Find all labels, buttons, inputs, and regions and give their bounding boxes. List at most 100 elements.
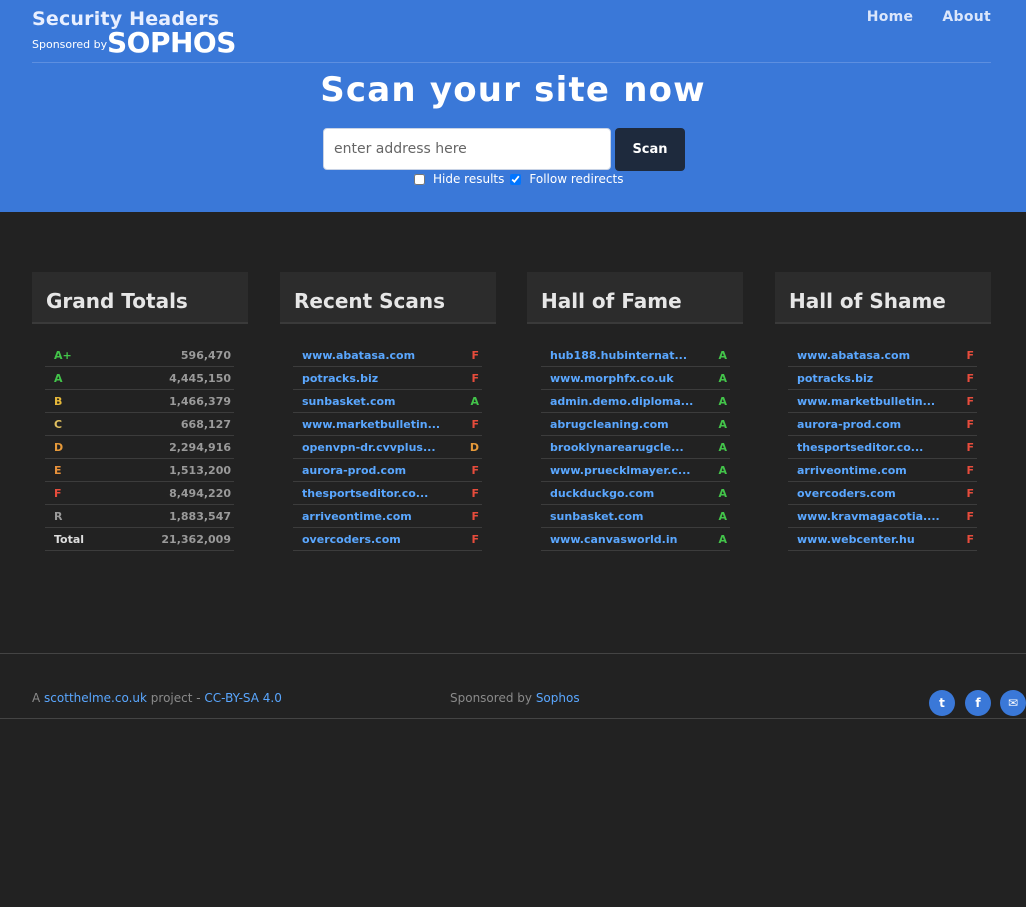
- site-row: admin.demo.diploma... A: [541, 390, 730, 413]
- url-input[interactable]: [323, 128, 611, 170]
- scan-button[interactable]: Scan: [615, 128, 685, 171]
- grade-count: 4,445,150: [169, 371, 231, 385]
- site-link[interactable]: potracks.biz: [788, 372, 947, 385]
- site-link[interactable]: sunbasket.com: [541, 510, 700, 523]
- site-link[interactable]: brooklynarearugcle...: [541, 441, 700, 454]
- sponsor-line: Sponsored by SOPHOS: [32, 26, 236, 59]
- grade-badge: F: [966, 348, 974, 362]
- license-link[interactable]: CC-BY-SA 4.0: [204, 691, 281, 705]
- totals-row: D 2,294,916: [45, 436, 234, 459]
- nav-about-link[interactable]: About: [942, 9, 991, 25]
- hide-results-checkbox[interactable]: [414, 173, 425, 185]
- site-row: www.morphfx.co.uk A: [541, 367, 730, 390]
- recent-scans-list: www.abatasa.com Fpotracks.biz Fsunbasket.c…: [293, 344, 482, 551]
- follow-redirects-option[interactable]: Follow redirects: [510, 172, 623, 186]
- site-link[interactable]: sunbasket.com: [293, 395, 452, 408]
- site-link[interactable]: overcoders.com: [293, 533, 452, 546]
- grand-totals-list: A+ 596,470 A 4,445,150 B 1,466,379 C 668,127 D 2,…: [45, 344, 234, 551]
- site-link[interactable]: www.morphfx.co.uk: [541, 372, 700, 385]
- twitter-icon[interactable]: t: [929, 690, 955, 716]
- facebook-icon[interactable]: f: [965, 690, 991, 716]
- site-link[interactable]: openvpn-dr.cvvplus...: [293, 441, 452, 454]
- grade-label: Total: [54, 532, 85, 546]
- site-link[interactable]: www.marketbulletin...: [788, 395, 947, 408]
- site-row: duckduckgo.com A: [541, 482, 730, 505]
- site-link[interactable]: www.abatasa.com: [293, 349, 452, 362]
- site-link[interactable]: thesportseditor.co...: [293, 487, 452, 500]
- hall-of-shame-list: www.abatasa.com Fpotracks.biz Fwww.marketb…: [788, 344, 977, 551]
- footer-sponsored-text: Sponsored by: [450, 691, 532, 705]
- grade-label: A+: [54, 348, 72, 362]
- grade-badge: F: [471, 348, 479, 362]
- site-row: www.abatasa.com F: [293, 344, 482, 367]
- site-row: www.canvasworld.in A: [541, 528, 730, 551]
- site-row: overcoders.com F: [293, 528, 482, 551]
- hide-results-label: Hide results: [433, 172, 505, 186]
- panel-header: Recent Scans: [280, 272, 496, 324]
- site-link[interactable]: www.marketbulletin...: [293, 418, 452, 431]
- panel-title: Recent Scans: [294, 289, 446, 313]
- footer-sponsor: Sponsored by Sophos: [450, 691, 580, 705]
- totals-row: B 1,466,379: [45, 390, 234, 413]
- site-link[interactable]: arriveontime.com: [293, 510, 452, 523]
- site-link[interactable]: hub188.hubinternat...: [541, 349, 700, 362]
- site-row: www.marketbulletin... F: [293, 413, 482, 436]
- site-link[interactable]: www.canvasworld.in: [541, 533, 700, 546]
- grade-badge: F: [966, 440, 974, 454]
- site-link[interactable]: overcoders.com: [788, 487, 947, 500]
- totals-row: E 1,513,200: [45, 459, 234, 482]
- grade-badge: F: [966, 509, 974, 523]
- site-link[interactable]: thesportseditor.co...: [788, 441, 947, 454]
- site-link[interactable]: www.kravmagacotia....: [788, 510, 947, 523]
- grade-label: D: [54, 440, 64, 454]
- site-link[interactable]: aurora-prod.com: [293, 464, 452, 477]
- header-divider: [32, 62, 991, 63]
- site-link[interactable]: duckduckgo.com: [541, 487, 700, 500]
- grade-badge: A: [718, 394, 727, 408]
- totals-row: C 668,127: [45, 413, 234, 436]
- grade-count: 2,294,916: [169, 440, 231, 454]
- site-link[interactable]: www.webcenter.hu: [788, 533, 947, 546]
- grade-label: C: [54, 417, 63, 431]
- footer-prefix: A: [32, 691, 41, 705]
- site-link[interactable]: admin.demo.diploma...: [541, 395, 700, 408]
- page-title: Scan your site now: [320, 70, 706, 110]
- site-link[interactable]: www.pruecklmayer.c...: [541, 464, 700, 477]
- grade-badge: A: [470, 394, 479, 408]
- sophos-logo[interactable]: SOPHOS: [107, 26, 236, 59]
- grade-count: 668,127: [180, 417, 231, 431]
- grade-count: 1,466,379: [169, 394, 231, 408]
- totals-row: F 8,494,220: [45, 482, 234, 505]
- panel-title: Hall of Fame: [541, 289, 682, 313]
- grade-label: A: [54, 371, 63, 385]
- grade-badge: F: [471, 371, 479, 385]
- grade-badge: F: [471, 463, 479, 477]
- site-row: www.abatasa.com F: [788, 344, 977, 367]
- grade-badge: A: [718, 509, 727, 523]
- grade-badge: F: [966, 394, 974, 408]
- site-link[interactable]: aurora-prod.com: [788, 418, 947, 431]
- sponsor-link[interactable]: Sophos: [536, 691, 580, 705]
- site-row: arriveontime.com F: [788, 459, 977, 482]
- site-row: aurora-prod.com F: [788, 413, 977, 436]
- email-icon[interactable]: ✉: [1000, 690, 1026, 716]
- grade-label: B: [54, 394, 63, 408]
- site-row: www.kravmagacotia.... F: [788, 505, 977, 528]
- recent-scans-panel: Recent Scans www.abatasa.com Fpotracks.bi…: [280, 272, 496, 551]
- footer-project-text: project -: [150, 691, 201, 705]
- grade-badge: F: [471, 532, 479, 546]
- author-link[interactable]: scotthelme.co.uk: [44, 691, 147, 705]
- site-link[interactable]: arriveontime.com: [788, 464, 947, 477]
- site-row: sunbasket.com A: [293, 390, 482, 413]
- follow-redirects-checkbox[interactable]: [510, 173, 522, 185]
- nav-home-link[interactable]: Home: [867, 9, 914, 25]
- site-link[interactable]: potracks.biz: [293, 372, 452, 385]
- grade-badge: A: [718, 348, 727, 362]
- brand[interactable]: Security Headers Sponsored by SOPHOS: [32, 8, 236, 59]
- site-link[interactable]: abrugcleaning.com: [541, 418, 700, 431]
- grade-badge: F: [966, 532, 974, 546]
- hide-results-option[interactable]: Hide results: [414, 172, 504, 186]
- site-link[interactable]: www.abatasa.com: [788, 349, 947, 362]
- grade-count: 596,470: [180, 348, 231, 362]
- grand-totals-panel: Grand Totals A+ 596,470 A 4,445,150 B 1,466,3…: [32, 272, 248, 551]
